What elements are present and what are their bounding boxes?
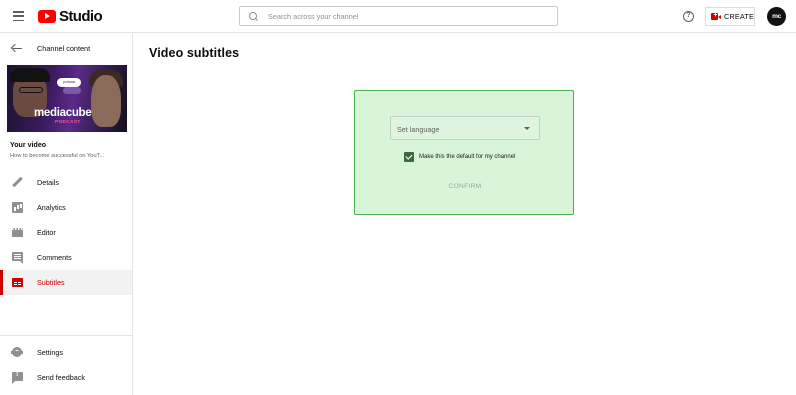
your-video-label: Your video (10, 141, 47, 149)
video-camera-icon: + (711, 12, 721, 20)
thumbnail-glasses (19, 87, 43, 93)
language-select-value: Set language (397, 125, 440, 134)
top-header: Studio ? + CREATE mc (0, 0, 796, 33)
sidebar-divider (0, 335, 132, 336)
thumbnail-bubble-small (63, 87, 81, 94)
gear-icon (11, 347, 23, 357)
confirm-button[interactable]: CONFIRM (438, 180, 492, 194)
sidebar-item-details[interactable]: Details (0, 170, 132, 195)
subtitles-setup-panel: Set language Make this the default for m… (354, 90, 574, 215)
sidebar-item-comments[interactable]: Comments (0, 245, 132, 270)
back-label[interactable]: Channel content (37, 44, 90, 53)
subtitles-icon (12, 278, 23, 287)
feedback-icon (12, 371, 23, 384)
default-channel-checkbox[interactable] (404, 152, 414, 162)
default-channel-checkbox-label[interactable]: Make this the default for my channel (419, 154, 515, 160)
thumbnail-hat (10, 68, 50, 82)
sidebar-item-label: Comments (37, 253, 72, 262)
thumbnail-brand-sub: PODCAST (55, 120, 81, 125)
sidebar-item-label: Settings (37, 348, 63, 357)
sidebar-item-label: Send feedback (37, 373, 85, 382)
create-label: CREATE (723, 12, 754, 21)
sidebar-item-subtitles[interactable]: Subtitles (0, 270, 132, 295)
default-language-option[interactable]: Make this the default for my channel (404, 152, 515, 162)
logo-text: Studio (59, 7, 103, 25)
back-arrow-icon[interactable] (13, 48, 22, 50)
analytics-icon (12, 202, 23, 213)
youtube-play-icon (38, 9, 56, 23)
thumbnail-person-right (91, 75, 121, 127)
language-select[interactable]: Set language (390, 116, 540, 140)
sidebar: Channel content podcast mediacube PODCAS… (0, 34, 133, 395)
help-icon[interactable]: ? (683, 11, 694, 22)
thumbnail-bubble: podcast (57, 78, 81, 87)
search-icon[interactable] (249, 11, 258, 21)
video-title: How to become successful on YouT... (10, 153, 105, 159)
editor-icon (12, 228, 23, 237)
comments-icon (12, 252, 23, 264)
sidebar-item-label: Details (37, 178, 59, 187)
search-input[interactable] (268, 11, 548, 21)
page-title: Video subtitles (149, 46, 240, 60)
sidebar-item-label: Editor (37, 228, 56, 237)
sidebar-item-send-feedback[interactable]: Send feedback (0, 365, 132, 390)
video-thumbnail[interactable]: podcast mediacube PODCAST (7, 65, 127, 132)
create-button[interactable]: + CREATE (705, 7, 755, 26)
menu-icon[interactable] (13, 11, 24, 22)
sidebar-item-analytics[interactable]: Analytics (0, 195, 132, 220)
sidebar-item-label: Analytics (37, 203, 66, 212)
sidebar-item-settings[interactable]: Settings (0, 340, 132, 365)
thumbnail-brand: mediacube (34, 107, 92, 119)
studio-logo[interactable]: Studio (38, 7, 103, 25)
sidebar-item-editor[interactable]: Editor (0, 220, 132, 245)
avatar[interactable]: mc (767, 7, 786, 26)
back-to-channel-content[interactable]: Channel content (0, 39, 132, 59)
pencil-icon (12, 177, 23, 188)
sidebar-item-label: Subtitles (37, 278, 65, 287)
search-bar[interactable] (239, 6, 558, 26)
chevron-down-icon (524, 127, 530, 130)
